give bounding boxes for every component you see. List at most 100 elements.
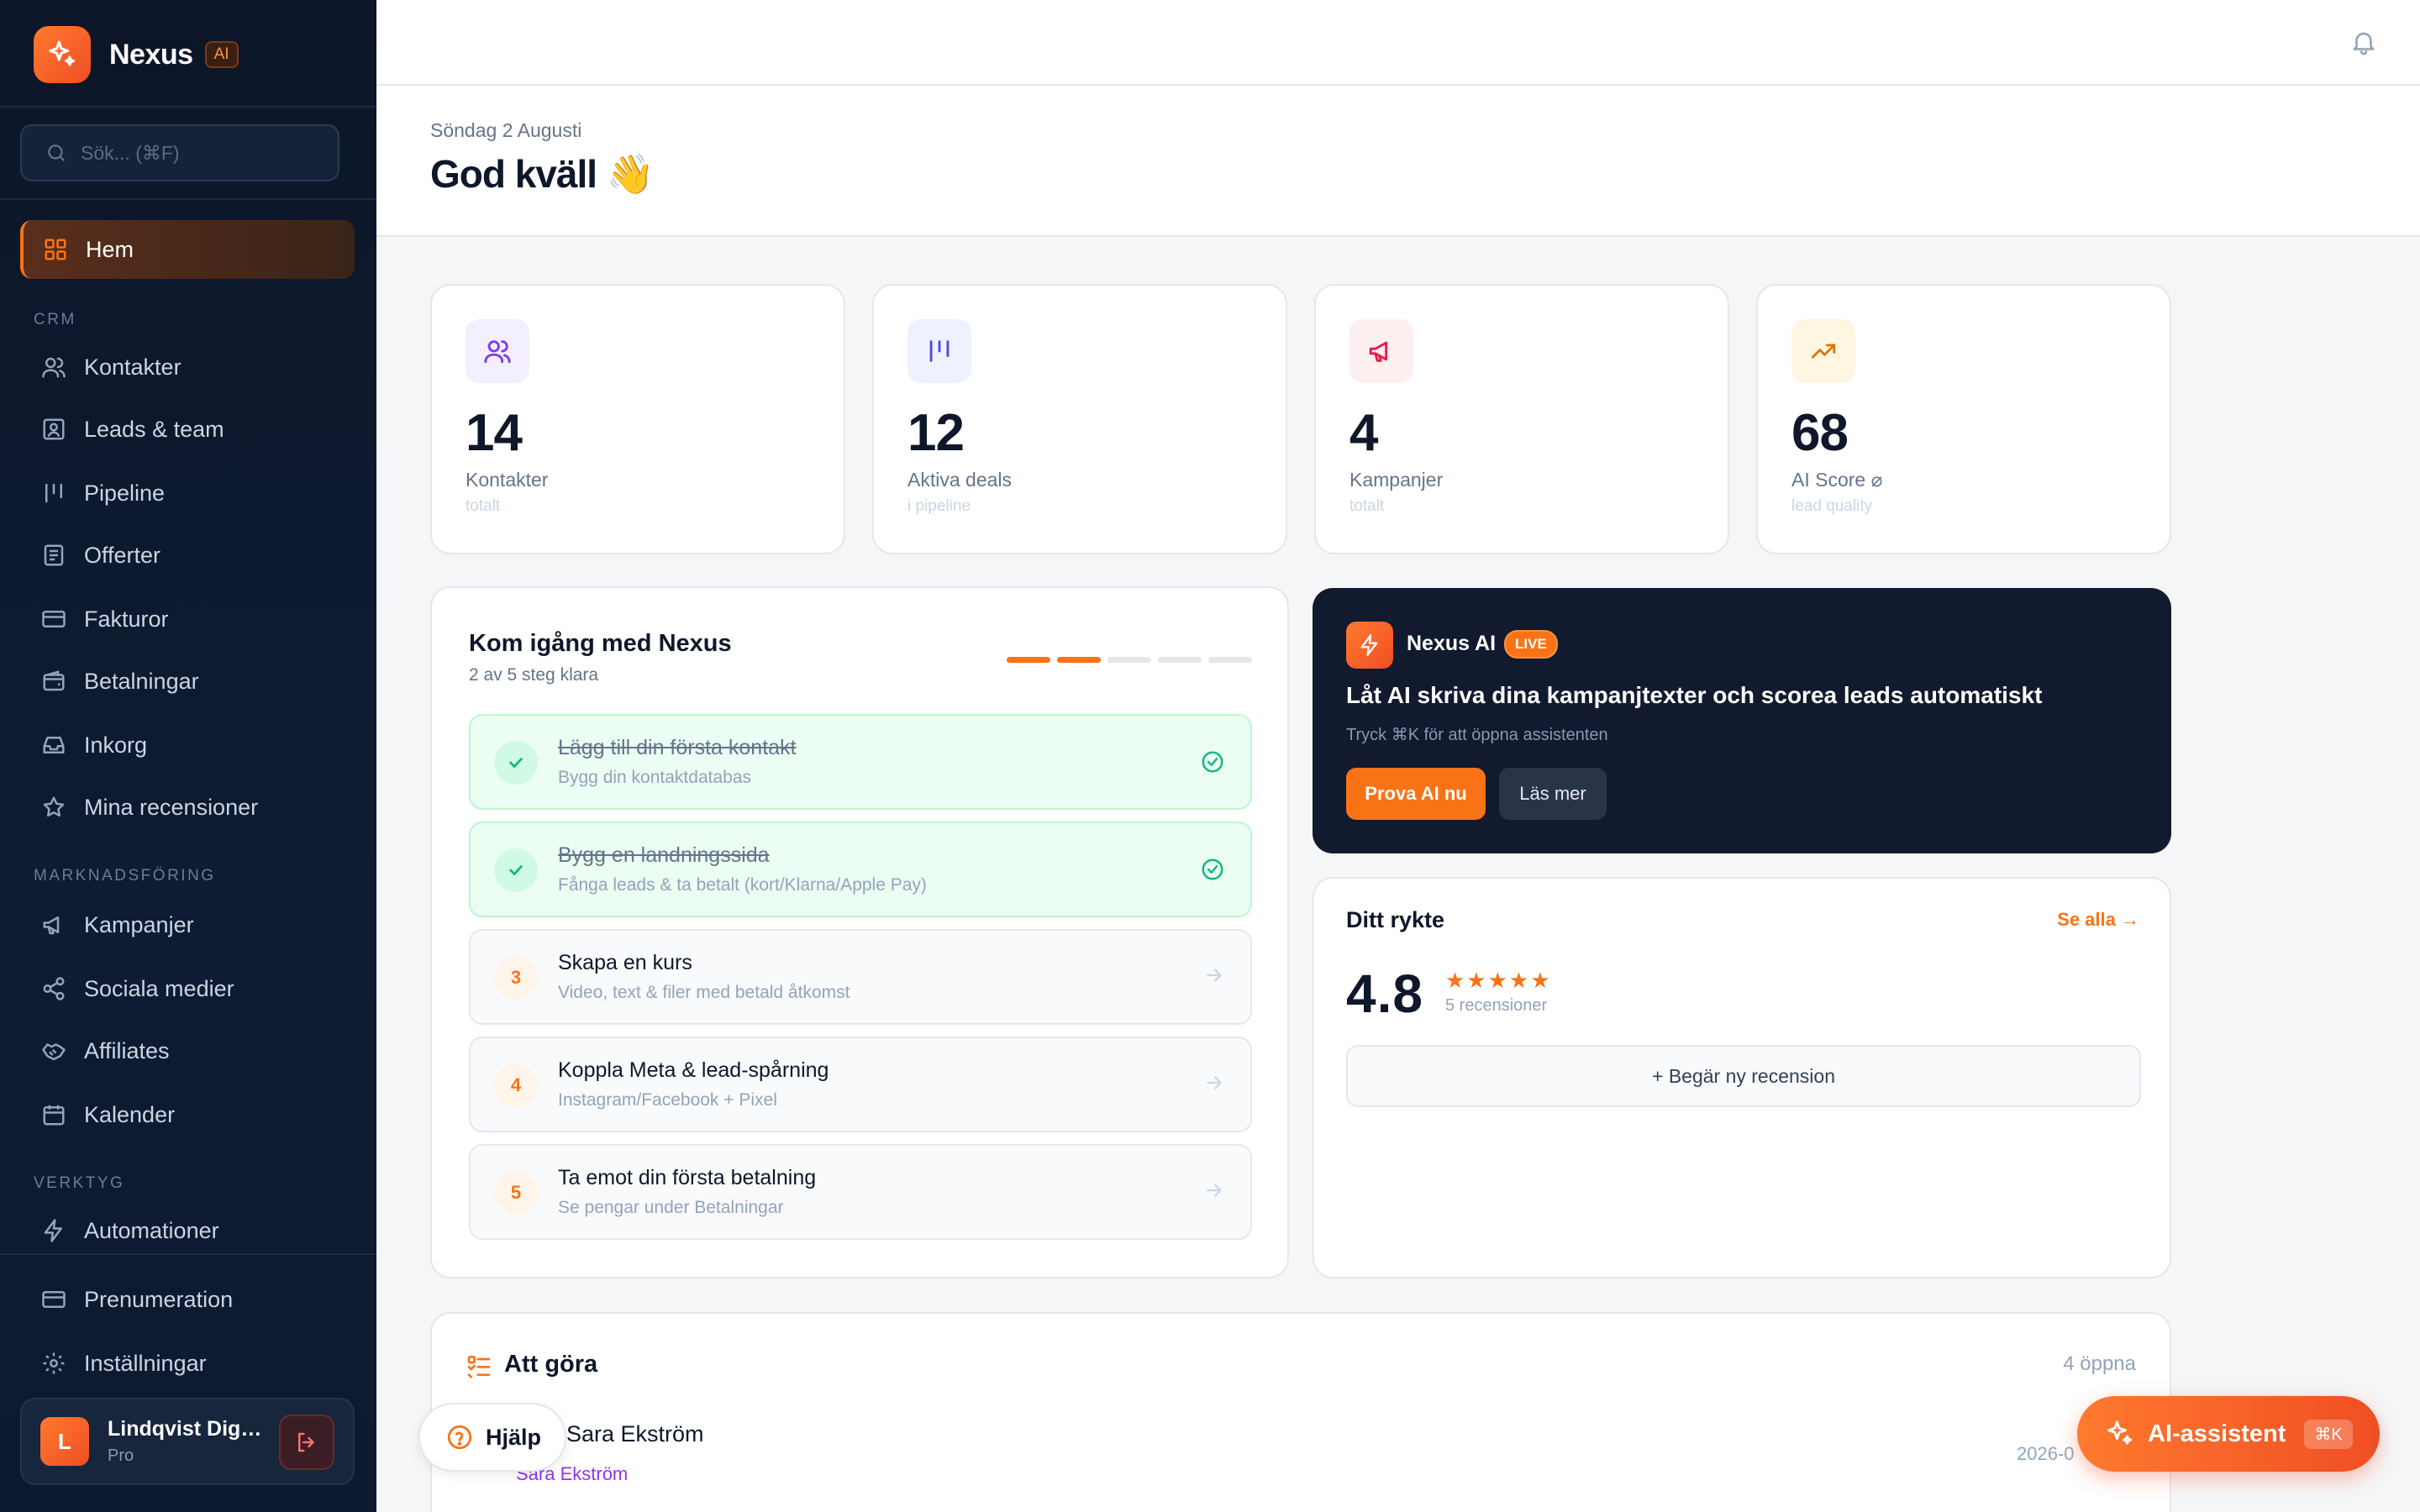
nav-section-tools: VERKTYG <box>34 1174 125 1192</box>
sidebar-item-social[interactable]: Sociala medier <box>20 959 355 1018</box>
request-review-button[interactable]: + Begär ny recension <box>1346 1045 2141 1107</box>
grid-icon <box>42 236 69 263</box>
search-box[interactable] <box>20 124 339 181</box>
progress-segment <box>1208 657 1252 663</box>
pipeline-icon <box>908 319 971 383</box>
progress-segment <box>1107 657 1151 663</box>
sidebar-item-label: Affiliates <box>84 1037 170 1063</box>
sidebar-item-label: Automationer <box>84 1217 219 1243</box>
user-card[interactable]: L Lindqvist Digit... Pro <box>20 1398 355 1485</box>
trending-up-icon <box>1791 319 1855 383</box>
brand-badge: AI <box>204 41 239 68</box>
todo-item-title[interactable]: Sara Ekström <box>566 1421 704 1447</box>
credit-card-icon <box>40 606 67 633</box>
ai-assistant-label: AI-assistent <box>2148 1420 2286 1447</box>
sidebar-item-home[interactable]: Hem <box>20 220 355 279</box>
sidebar-item-payments[interactable]: Betalningar <box>20 652 355 711</box>
lightning-icon <box>1346 622 1393 669</box>
ai-card-subtext: Tryck ⌘K för att öppna assistenten <box>1346 726 1608 744</box>
sidebar-item-label: Mina recensioner <box>84 794 259 820</box>
check-circle-icon <box>1200 749 1225 779</box>
sidebar-item-automations[interactable]: Automationer <box>20 1201 355 1260</box>
search-icon <box>48 144 65 161</box>
stat-card-ai-score[interactable]: 68 AI Score ⌀ lead quality <box>1756 284 2171 554</box>
sidebar-item-affiliates[interactable]: Affiliates <box>20 1021 355 1080</box>
onboarding-progress-text: 2 av 5 steg klara <box>469 665 599 685</box>
sidebar-item-label: Betalningar <box>84 668 199 694</box>
sidebar: Nexus AI Hem CRM Kontakter Leads & team … <box>0 0 376 1512</box>
logout-icon <box>298 1432 314 1452</box>
question-icon <box>447 1425 472 1450</box>
step-desc: Se pengar under Betalningar <box>558 1198 784 1217</box>
sidebar-item-label: Hem <box>86 236 134 262</box>
rating-score: 4.8 <box>1346 963 1423 1024</box>
arrow-right-icon <box>1203 1072 1225 1098</box>
stat-sub: totalt <box>1349 497 1385 515</box>
step-desc: Bygg din kontaktdatabas <box>558 768 751 787</box>
sidebar-item-pipeline[interactable]: Pipeline <box>20 464 355 522</box>
onboarding-step-5[interactable]: 5 Ta emot din första betalning Se pengar… <box>469 1144 1252 1240</box>
sidebar-item-settings[interactable]: Inställningar <box>20 1334 355 1393</box>
sidebar-item-reviews[interactable]: Mina recensioner <box>20 778 355 837</box>
arrow-right-icon <box>1203 1179 1225 1205</box>
checklist-icon <box>466 1352 492 1383</box>
sidebar-item-campaigns[interactable]: Kampanjer <box>20 895 355 954</box>
sidebar-item-leads[interactable]: Leads & team <box>20 400 355 459</box>
read-more-button[interactable]: Läs mer <box>1499 768 1607 820</box>
shortcut-badge: ⌘K <box>2304 1419 2353 1449</box>
help-button[interactable]: Hjälp <box>418 1403 566 1472</box>
page-title: God kväll 👋 <box>430 152 655 196</box>
onboarding-step-4[interactable]: 4 Koppla Meta & lead-spårning Instagram/… <box>469 1037 1252 1132</box>
step-desc: Fånga leads & ta betalt (kort/Klarna/App… <box>558 875 927 895</box>
top-bar <box>376 0 2420 86</box>
wallet-icon <box>40 668 67 695</box>
sidebar-item-label: Prenumeration <box>84 1286 234 1312</box>
sidebar-item-contacts[interactable]: Kontakter <box>20 338 355 396</box>
sidebar-item-subscription[interactable]: Prenumeration <box>20 1270 355 1329</box>
stat-card-contacts[interactable]: 14 Kontakter totalt <box>430 284 845 554</box>
see-all-link[interactable]: Se alla → <box>2057 909 2139 931</box>
check-icon <box>494 741 538 785</box>
brand[interactable]: Nexus AI <box>34 25 239 84</box>
stat-card-campaigns[interactable]: 4 Kampanjer totalt <box>1314 284 1729 554</box>
sidebar-item-offers[interactable]: Offerter <box>20 526 355 585</box>
onboarding-step-1[interactable]: Lägg till din första kontakt Bygg din ko… <box>469 714 1252 810</box>
stat-label: Kampanjer <box>1349 469 1444 491</box>
step-title: Skapa en kurs <box>558 951 692 974</box>
progress-segment <box>1007 657 1050 663</box>
search-input[interactable] <box>81 141 316 165</box>
sidebar-item-inbox[interactable]: Inkorg <box>20 716 355 774</box>
onboarding-step-3[interactable]: 3 Skapa en kurs Video, text & filer med … <box>469 929 1252 1025</box>
stat-value: 68 <box>1791 404 1849 462</box>
progress-segment <box>1158 657 1202 663</box>
stat-card-deals[interactable]: 12 Aktiva deals i pipeline <box>872 284 1287 554</box>
step-number: 4 <box>494 1063 538 1107</box>
stat-label: Kontakter <box>466 469 549 491</box>
logout-button[interactable] <box>279 1415 334 1470</box>
brand-name: Nexus <box>109 38 193 71</box>
id-card-icon <box>40 416 67 443</box>
users-icon <box>466 319 529 383</box>
try-ai-button[interactable]: Prova AI nu <box>1346 768 1486 820</box>
sidebar-item-label: Pipeline <box>84 480 166 506</box>
sidebar-divider <box>0 106 376 108</box>
check-icon <box>494 848 538 892</box>
notifications-button[interactable] <box>2349 27 2378 61</box>
sidebar-item-invoices[interactable]: Fakturor <box>20 590 355 648</box>
onboarding-step-2[interactable]: Bygg en landningssida Fånga leads & ta b… <box>469 822 1252 917</box>
pipeline-icon <box>40 480 67 507</box>
stat-sub: i pipeline <box>908 497 971 515</box>
ai-assistant-button[interactable]: AI-assistent ⌘K <box>2077 1396 2380 1472</box>
calendar-icon <box>40 1101 67 1128</box>
ai-card-name: Nexus AI <box>1407 632 1497 655</box>
todo-count: 4 öppna <box>2063 1352 2136 1375</box>
stat-label: Aktiva deals <box>908 469 1013 491</box>
sidebar-item-label: Leads & team <box>84 416 224 442</box>
stat-value: 12 <box>908 404 965 462</box>
sidebar-item-label: Sociala medier <box>84 975 234 1001</box>
reputation-card: Ditt rykte Se alla → 4.8 ★★★★★ 5 recensi… <box>1313 877 2171 1278</box>
live-badge: LIVE <box>1504 630 1558 659</box>
sidebar-item-calendar[interactable]: Kalender <box>20 1085 355 1144</box>
sidebar-item-label: Inkorg <box>84 732 148 758</box>
bell-icon <box>2353 32 2375 55</box>
